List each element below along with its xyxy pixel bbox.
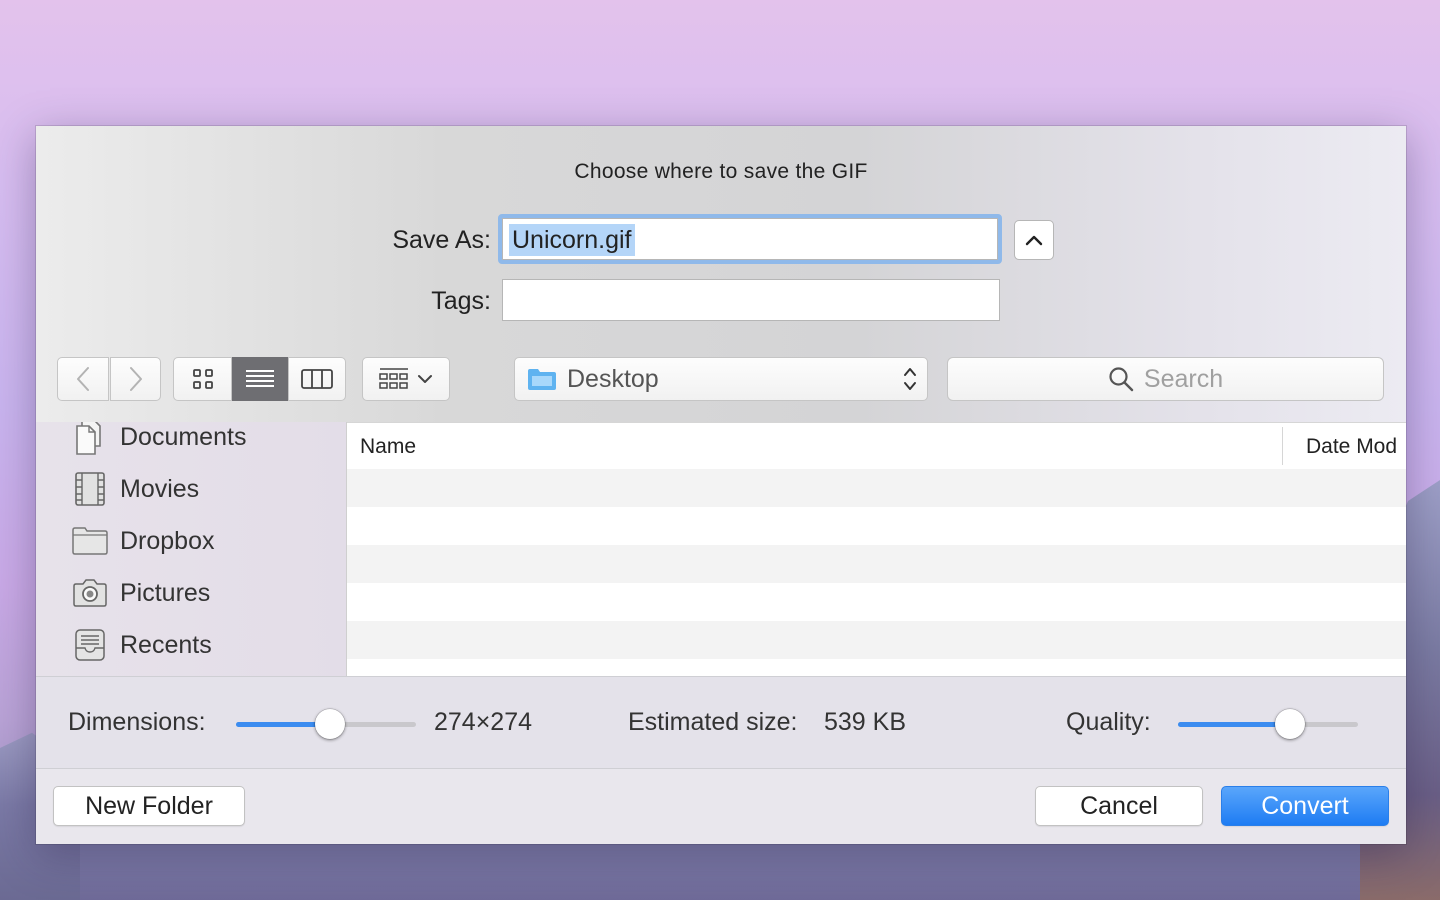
save-as-label: Save As: bbox=[392, 226, 491, 254]
icon-view-button[interactable] bbox=[173, 357, 232, 401]
sidebar-item-dropbox[interactable]: Dropbox bbox=[72, 521, 215, 561]
arrange-grid-icon bbox=[379, 368, 408, 389]
dialog-title: Choose where to save the GIF bbox=[574, 160, 868, 183]
forward-button[interactable] bbox=[110, 357, 161, 401]
list-view-button[interactable] bbox=[232, 357, 288, 401]
dialog-footer: New Folder Cancel Convert bbox=[36, 769, 1406, 844]
sidebar: Documents Movies Dropbox Pictures Recent… bbox=[36, 422, 347, 676]
dialog-header: Choose where to save the GIF Save As: Un… bbox=[36, 126, 1406, 422]
chevron-up-icon bbox=[1025, 235, 1043, 246]
sidebar-item-documents[interactable]: Documents bbox=[72, 422, 246, 457]
sidebar-item-pictures[interactable]: Pictures bbox=[72, 573, 210, 613]
chevron-down-icon bbox=[418, 375, 432, 383]
camera-icon bbox=[72, 575, 108, 611]
sidebar-item-label: Documents bbox=[120, 422, 247, 451]
back-button[interactable] bbox=[57, 357, 109, 401]
recents-icon bbox=[72, 627, 108, 663]
dimensions-label: Dimensions: bbox=[68, 708, 206, 736]
table-row bbox=[347, 507, 1406, 545]
quality-slider[interactable] bbox=[1178, 709, 1358, 739]
tags-input[interactable] bbox=[502, 279, 1000, 321]
location-popup[interactable]: Desktop bbox=[514, 357, 928, 401]
dimensions-value: 274×274 bbox=[434, 708, 533, 736]
search-field[interactable]: Search bbox=[947, 357, 1384, 401]
dimensions-slider[interactable] bbox=[236, 709, 416, 739]
column-header-date-modified[interactable]: Date Mod bbox=[1306, 435, 1397, 459]
folder-icon bbox=[72, 523, 108, 559]
quality-label: Quality: bbox=[1066, 708, 1151, 736]
dimensions-slider-knob[interactable] bbox=[315, 709, 345, 739]
file-list[interactable]: Name Date Mod bbox=[347, 422, 1406, 676]
documents-icon bbox=[72, 422, 108, 455]
tags-label: Tags: bbox=[431, 287, 491, 315]
sidebar-item-label: Dropbox bbox=[120, 526, 215, 555]
columns-icon bbox=[301, 369, 333, 389]
list-icon bbox=[246, 370, 274, 387]
wallpaper-mountains bbox=[0, 840, 1440, 900]
column-header-name[interactable]: Name bbox=[360, 435, 416, 459]
search-placeholder: Search bbox=[1143, 364, 1224, 393]
save-as-value[interactable]: Unicorn.gif bbox=[509, 224, 635, 256]
column-separator[interactable] bbox=[1282, 427, 1283, 465]
gif-options-panel: Dimensions: 274×274 Estimated size: 539 … bbox=[36, 676, 1406, 769]
sidebar-item-label: Pictures bbox=[120, 578, 211, 607]
table-row bbox=[347, 659, 1406, 676]
arrange-menu-button[interactable] bbox=[362, 357, 450, 401]
folder-icon bbox=[528, 369, 556, 390]
movies-icon bbox=[72, 471, 108, 507]
sidebar-item-label: Recents bbox=[120, 630, 212, 659]
chevron-right-icon bbox=[129, 367, 142, 391]
save-dialog: Choose where to save the GIF Save As: Un… bbox=[36, 126, 1406, 844]
save-as-input[interactable]: Unicorn.gif bbox=[498, 214, 1002, 264]
table-row bbox=[347, 469, 1406, 507]
collapse-browser-button[interactable] bbox=[1014, 220, 1054, 260]
updown-arrows-icon bbox=[904, 368, 916, 390]
sidebar-item-label: Movies bbox=[120, 474, 200, 503]
estimated-size-value: 539 KB bbox=[824, 708, 907, 736]
chevron-left-icon bbox=[77, 367, 89, 391]
table-row bbox=[347, 583, 1406, 621]
sidebar-item-movies[interactable]: Movies bbox=[72, 469, 199, 509]
grid-icon bbox=[192, 369, 213, 389]
quality-slider-fill bbox=[1178, 722, 1290, 727]
sidebar-item-recents[interactable]: Recents bbox=[72, 625, 212, 665]
convert-button[interactable]: Convert bbox=[1221, 786, 1389, 826]
quality-slider-knob[interactable] bbox=[1275, 709, 1305, 739]
cancel-button[interactable]: Cancel bbox=[1035, 786, 1203, 826]
file-list-header: Name Date Mod bbox=[347, 422, 1406, 470]
column-view-button[interactable] bbox=[288, 357, 346, 401]
estimated-size-label: Estimated size: bbox=[628, 708, 798, 736]
location-label: Desktop bbox=[567, 364, 659, 393]
new-folder-button[interactable]: New Folder bbox=[53, 786, 245, 826]
search-icon bbox=[1109, 367, 1134, 392]
table-row bbox=[347, 621, 1406, 659]
table-row bbox=[347, 545, 1406, 583]
